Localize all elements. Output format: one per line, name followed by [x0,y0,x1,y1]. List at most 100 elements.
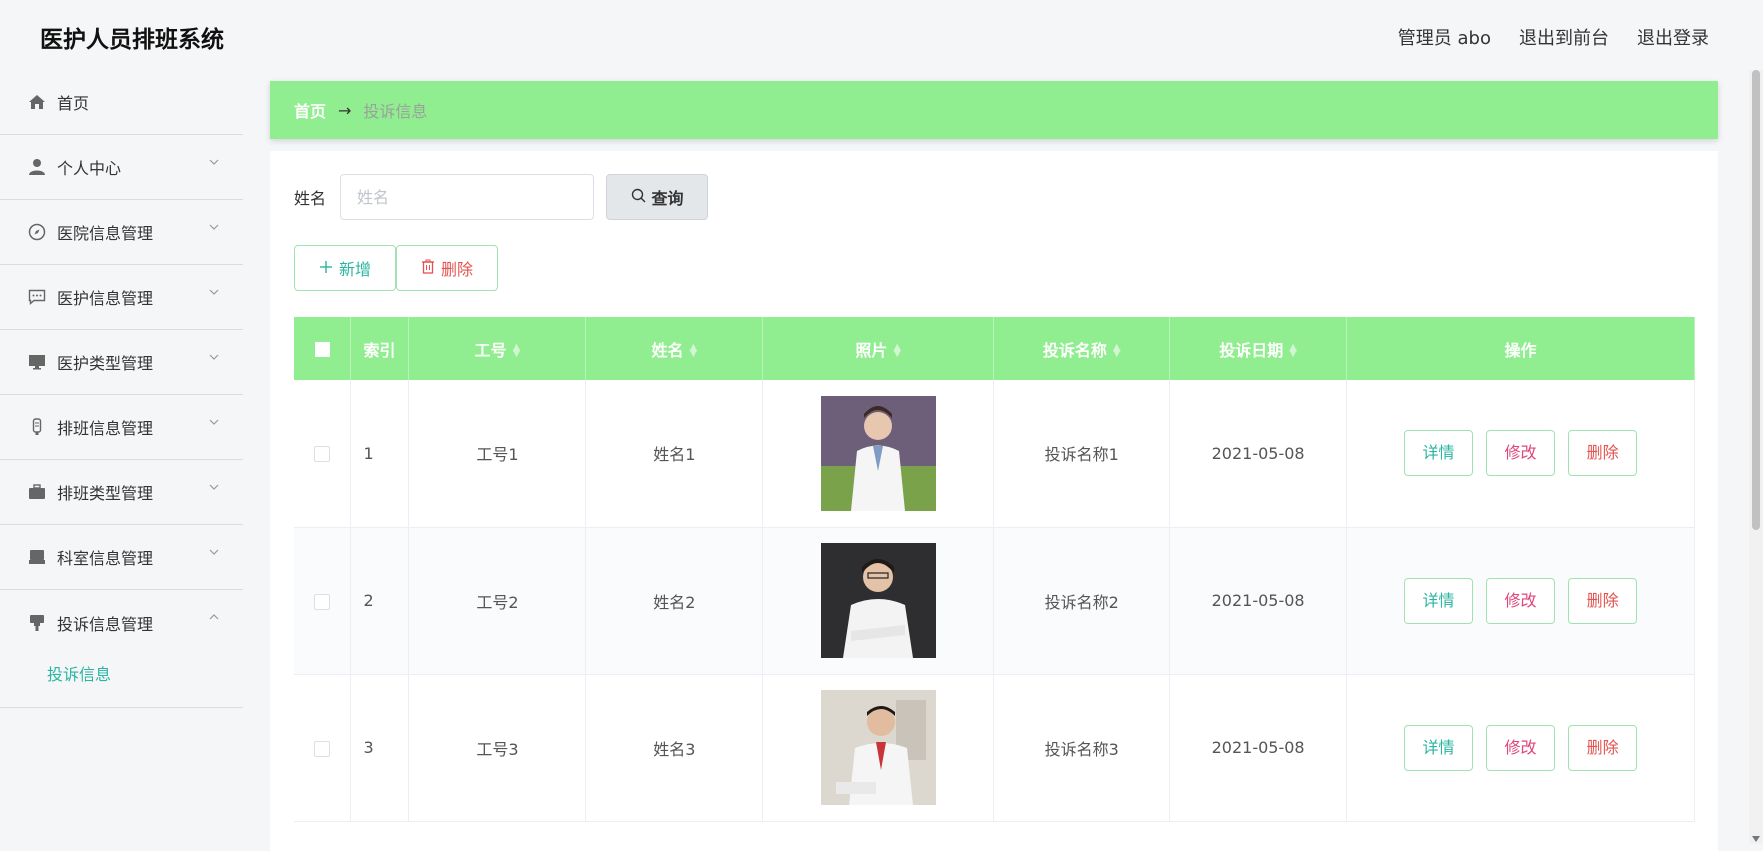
add-button[interactable]: 新增 [294,245,396,291]
header-label: 投诉日期 [1219,340,1284,360]
logout-link[interactable]: 退出登录 [1637,24,1709,50]
chevron-down-icon [209,354,219,360]
search-bar: 姓名 查询 [294,174,709,220]
search-label: 姓名 [294,189,327,208]
chevron-down-icon [209,484,219,490]
header-label: 姓名 [651,340,684,360]
table-row: 1 工号1 姓名1 投诉名称1 2021-05-08 详情 修改 删除 [294,380,1695,528]
cell-complaint-date: 2021-05-08 [1169,380,1348,528]
cell-operations: 详情 修改 删除 [1346,674,1695,822]
message-icon [28,288,46,306]
sort-icon[interactable]: ▲ ▼ [1113,343,1121,359]
chevron-down-icon [209,419,219,425]
sidebar-item-label: 医院信息管理 [57,224,154,243]
header-complaint-name[interactable]: 投诉名称 ▲ ▼ [993,317,1171,380]
cell-operations: 详情 修改 删除 [1346,527,1695,675]
exit-to-front-link[interactable]: 退出到前台 [1519,24,1609,50]
sidebar-item-hospital-info[interactable]: 医院信息管理 [0,200,243,265]
top-links: 管理员 abo 退出到前台 退出登录 [1398,24,1709,50]
header-photo[interactable]: 照片 ▲ ▼ [762,317,995,380]
sidebar-subitem-complaint[interactable]: 投诉信息 [0,655,243,695]
header-label: 工号 [474,340,507,360]
home-icon [28,93,46,111]
sidebar-item-label: 排班信息管理 [57,419,154,438]
cell-index: 3 [350,674,410,822]
header-complaint-date[interactable]: 投诉日期 ▲ ▼ [1169,317,1348,380]
monitor-icon [28,353,46,371]
cell-name: 姓名2 [585,527,764,675]
detail-button[interactable]: 详情 [1403,430,1473,477]
sidebar-item-medical-type[interactable]: 医护类型管理 [0,330,243,395]
name-search-input[interactable] [340,174,595,220]
header-job-no[interactable]: 工号 ▲ ▼ [408,317,587,380]
search-button[interactable]: 查询 [606,174,709,220]
sidebar-item-complaint-info[interactable]: 投诉信息管理 [0,590,243,655]
row-select-cell [294,527,352,675]
delete-button[interactable]: 删除 [1568,430,1638,477]
table-row: 2 工号2 姓名2 投诉名称2 2021-05-08 详情 修改 删除 [294,527,1695,675]
edit-button[interactable]: 修改 [1486,724,1556,771]
page-scrollbar[interactable] [1749,70,1763,844]
delete-button[interactable]: 删除 [1568,577,1638,624]
compass-icon [28,223,46,241]
table-row: 3 工号3 姓名3 投诉名称3 2021-05-08 详情 修改 删除 [294,674,1695,822]
detail-button[interactable]: 详情 [1403,577,1473,624]
header-operations: 操作 [1346,317,1695,380]
printer-icon [28,548,46,566]
sidebar-item-label: 医护信息管理 [57,289,154,308]
breadcrumb-home[interactable]: 首页 [294,98,326,122]
chevron-down-icon [209,289,219,295]
staff-photo [820,543,936,658]
cell-job-no: 工号1 [408,380,587,528]
sidebar-item-medical-staff-info[interactable]: 医护信息管理 [0,265,243,330]
top-bar: 医护人员排班系统 管理员 abo 退出到前台 退出登录 [0,0,1763,70]
plus-icon [319,259,333,278]
breadcrumb: 首页 → 投诉信息 [270,81,1718,139]
header-label: 照片 [855,340,888,360]
header-name[interactable]: 姓名 ▲ ▼ [585,317,764,380]
scrollbar-thumb[interactable] [1752,70,1760,530]
row-select-cell [294,380,352,528]
sidebar-item-schedule-info[interactable]: 排班信息管理 [0,395,243,460]
edit-button[interactable]: 修改 [1486,577,1556,624]
sort-icon[interactable]: ▲ ▼ [893,343,901,359]
cell-operations: 详情 修改 删除 [1346,380,1695,528]
sort-icon[interactable]: ▲ ▼ [1289,343,1297,359]
complaint-table: 索引 工号 ▲ ▼ 姓名 ▲ ▼ 照片 ▲ ▼ 投诉名称 ▲ ▼ 投诉日期 ▲ ▼ 操作 1 工号1… [294,317,1695,822]
sidebar-submenu: 投诉信息 [0,655,243,708]
header-index: 索引 [350,317,410,380]
sidebar-item-label: 医护类型管理 [57,354,154,373]
sidebar-item-label: 排班类型管理 [57,484,154,503]
delete-button[interactable]: 删除 [1568,724,1638,771]
row-checkbox[interactable] [314,593,331,610]
trash-icon [421,259,435,278]
scroll-down-icon[interactable] [1752,836,1760,842]
search-icon [631,188,646,207]
header-label: 投诉名称 [1042,340,1107,360]
sidebar-item-schedule-type[interactable]: 排班类型管理 [0,460,243,525]
cell-job-no: 工号3 [408,674,587,822]
row-checkbox[interactable] [314,446,331,463]
sidebar-item-personal-center[interactable]: 个人中心 [0,135,243,200]
cell-name: 姓名1 [585,380,764,528]
batch-delete-button[interactable]: 删除 [396,245,498,291]
add-button-label: 新增 [338,260,371,279]
sort-icon[interactable]: ▲ ▼ [513,343,521,359]
sidebar-item-home[interactable]: 首页 [0,70,243,135]
cell-index: 1 [350,380,410,528]
select-all-checkbox[interactable] [314,342,330,357]
admin-user-label[interactable]: 管理员 abo [1398,24,1491,50]
search-button-label: 查询 [651,189,684,208]
edit-button[interactable]: 修改 [1486,430,1556,477]
cell-complaint-date: 2021-05-08 [1169,674,1348,822]
row-select-cell [294,674,352,822]
cell-name: 姓名3 [585,674,764,822]
sort-icon[interactable]: ▲ ▼ [689,343,697,359]
sidebar-item-department-info[interactable]: 科室信息管理 [0,525,243,590]
cell-complaint-date: 2021-05-08 [1169,527,1348,675]
row-checkbox[interactable] [314,740,331,757]
cell-photo [762,380,995,528]
detail-button[interactable]: 详情 [1403,724,1473,771]
cell-complaint-name: 投诉名称1 [993,380,1171,528]
action-bar: 新增 删除 [294,245,498,291]
